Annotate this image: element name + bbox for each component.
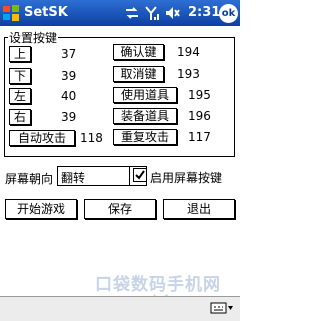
use-item-button[interactable]: 使用道具 xyxy=(113,87,177,103)
up-key-value: 37 xyxy=(61,47,77,61)
confirm-key-button[interactable]: 确认键 xyxy=(113,44,164,60)
down-key-value: 39 xyxy=(61,69,77,83)
connectivity-icon[interactable] xyxy=(124,5,140,21)
confirm-key-value: 194 xyxy=(177,45,200,59)
signal-icon[interactable] xyxy=(144,5,160,21)
exit-button[interactable]: 退出 xyxy=(163,199,235,219)
up-key-button[interactable]: 上 xyxy=(9,46,31,62)
clock[interactable]: 2:31 xyxy=(188,5,220,20)
checkmark-icon xyxy=(135,170,145,180)
equip-item-value: 196 xyxy=(188,109,211,123)
down-key-button[interactable]: 下 xyxy=(9,68,31,84)
orientation-label: 屏幕朝向 xyxy=(5,172,54,186)
repeat-attack-button[interactable]: 重复攻击 xyxy=(113,129,177,145)
use-item-value: 195 xyxy=(188,88,211,102)
ok-button[interactable]: ok xyxy=(219,4,238,23)
right-key-button[interactable]: 右 xyxy=(9,109,31,125)
screen-keys-checkbox[interactable] xyxy=(133,168,147,182)
cancel-key-button[interactable]: 取消键 xyxy=(113,66,164,82)
title-bar: SetSK 2:31 ok xyxy=(0,0,240,26)
app-title: SetSK xyxy=(24,5,68,20)
bottom-menu-bar xyxy=(0,296,240,321)
left-key-button[interactable]: 左 xyxy=(9,88,31,104)
group-label: 设置按键 xyxy=(8,29,59,46)
keyboard-sip-icon[interactable] xyxy=(210,301,234,315)
auto-attack-value: 118 xyxy=(80,131,103,145)
start-game-button[interactable]: 开始游戏 xyxy=(5,199,77,219)
repeat-attack-value: 117 xyxy=(188,130,211,144)
auto-attack-button[interactable]: 自动攻击 xyxy=(9,130,75,146)
volume-icon[interactable] xyxy=(164,5,180,21)
windows-logo-icon[interactable] xyxy=(2,4,20,22)
right-key-value: 39 xyxy=(61,110,77,124)
left-key-value: 40 xyxy=(61,89,77,103)
orientation-selected-value: 翻转 xyxy=(61,171,86,185)
screen-keys-label: 启用屏幕按键 xyxy=(150,171,223,185)
equip-item-button[interactable]: 装备道具 xyxy=(113,108,177,124)
cancel-key-value: 193 xyxy=(177,67,200,81)
save-button[interactable]: 保存 xyxy=(84,199,156,219)
